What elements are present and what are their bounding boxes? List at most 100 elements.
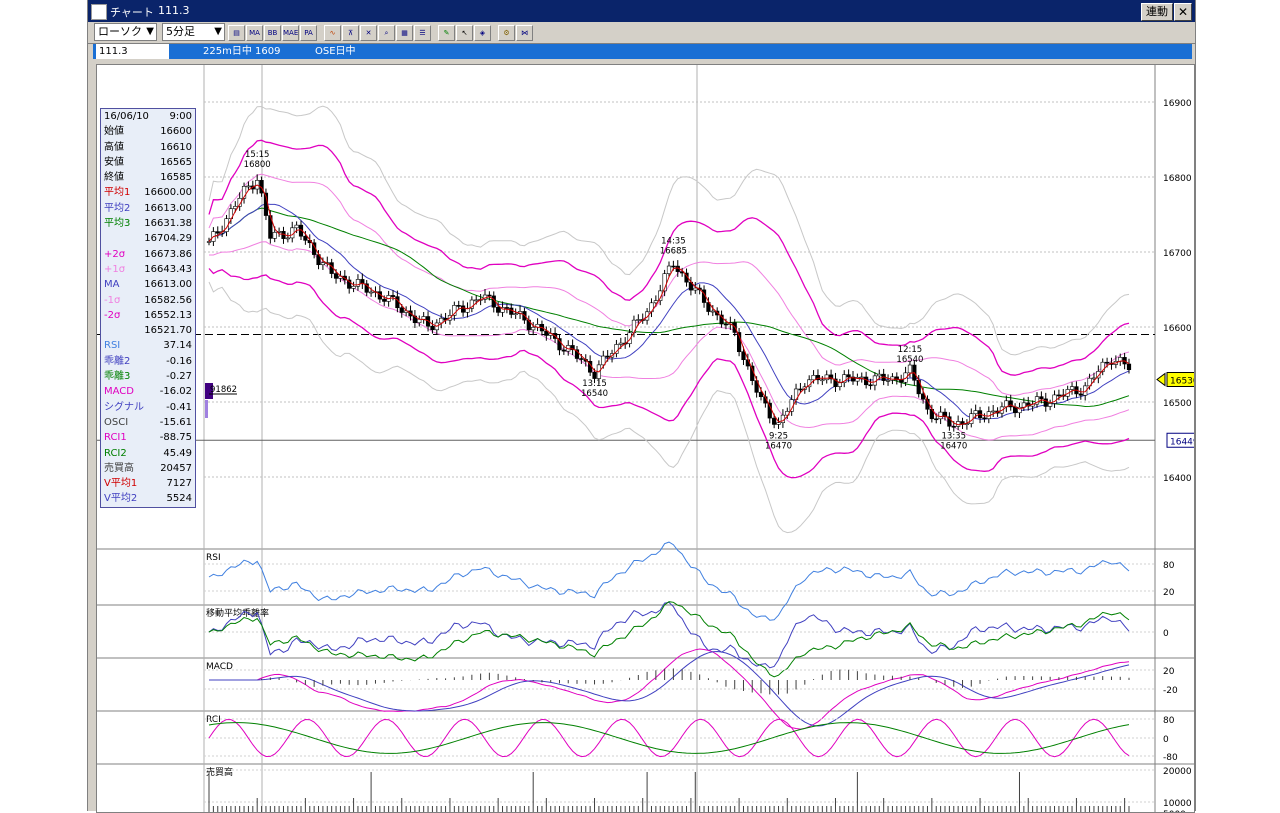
annotation-time: 15:15 bbox=[245, 150, 270, 160]
annotation-price: 16540 bbox=[896, 355, 923, 365]
bb-icon[interactable]: BB bbox=[264, 25, 281, 41]
annotation-price: 16540 bbox=[581, 389, 608, 399]
level-label: 16449 bbox=[1170, 437, 1194, 447]
annotation-time: 14:35 bbox=[661, 236, 686, 246]
candle bbox=[1048, 403, 1053, 407]
candle bbox=[741, 351, 746, 361]
chevron-down-icon: ▼ bbox=[146, 26, 154, 37]
candle bbox=[320, 262, 326, 266]
candle bbox=[991, 410, 996, 413]
subchart-label-volume: 売買高 bbox=[206, 766, 233, 778]
candle bbox=[509, 307, 514, 315]
candle bbox=[951, 425, 956, 428]
line-icon[interactable]: ⊼ bbox=[342, 25, 359, 41]
panel-row: +1σ 16643.43 bbox=[101, 262, 195, 277]
chart-type-select[interactable]: ローソク ▼ bbox=[94, 23, 157, 41]
panel-row-label: +1σ bbox=[104, 263, 126, 275]
pen-icon[interactable]: ✎ bbox=[438, 25, 455, 41]
pa-icon[interactable]: PA bbox=[300, 25, 317, 41]
candle bbox=[351, 285, 356, 289]
panel-row-value: 16552.13 bbox=[144, 309, 192, 321]
candle bbox=[592, 371, 597, 379]
candle bbox=[973, 410, 978, 415]
title-bar[interactable]: チャート 111.3 連動 ✕ bbox=[88, 0, 1195, 22]
volume-marker-bar bbox=[205, 400, 208, 418]
panel-row: 16521.70 bbox=[101, 323, 195, 338]
candle bbox=[504, 307, 510, 309]
annotation-time: 13:15 bbox=[582, 379, 607, 389]
panel-row-value: 16521.70 bbox=[144, 325, 192, 337]
zoom-icon[interactable]: ⌕ bbox=[378, 25, 395, 41]
candle bbox=[1056, 394, 1062, 397]
chart-canvas[interactable]: 16900168001670016600165001640015:1516800… bbox=[97, 65, 1194, 812]
interval-value: 5分足 bbox=[166, 25, 195, 38]
panel-row-label: -1σ bbox=[104, 294, 121, 306]
panel-row-label: 高値 bbox=[104, 141, 124, 153]
panel-row-value: 7127 bbox=[166, 478, 192, 490]
subchart-tick-macd: -20 bbox=[1163, 686, 1178, 696]
candle bbox=[303, 235, 308, 241]
annotation-price: 16470 bbox=[940, 442, 967, 452]
annotation-time: 9:25 bbox=[769, 432, 788, 442]
bb-2sigma-lower bbox=[208, 268, 1130, 479]
bb-2sigma-upper bbox=[208, 139, 1130, 376]
instrument-name: 225m日中 1609 bbox=[203, 46, 281, 57]
candle bbox=[605, 355, 610, 358]
cursor-icon[interactable]: ↖ bbox=[456, 25, 473, 41]
candle bbox=[215, 231, 220, 234]
candle bbox=[820, 379, 825, 382]
subchart-tick-volume: 5000 bbox=[1163, 810, 1186, 812]
panel-row-value: 16643.43 bbox=[144, 263, 192, 275]
candle bbox=[811, 375, 816, 381]
subchart-label-rsi: RSI bbox=[206, 553, 221, 563]
interval-select[interactable]: 5分足 ▼ bbox=[162, 23, 225, 41]
subchart-tick-rsi: 80 bbox=[1163, 561, 1175, 571]
subchart-label-kairi: 移動平均乖離率 bbox=[206, 607, 269, 619]
settings-icon[interactable]: ⚙ bbox=[498, 25, 515, 41]
price-tick-label: 16900 bbox=[1163, 99, 1192, 109]
candle bbox=[877, 373, 882, 377]
trend-icon[interactable]: ∿ bbox=[324, 25, 341, 41]
panel-row-label: 平均1 bbox=[104, 187, 131, 199]
candle bbox=[798, 388, 803, 391]
price-tick-label: 16400 bbox=[1163, 474, 1192, 484]
panel-row-value: -0.16 bbox=[166, 355, 192, 367]
panel-row-value: 16600.00 bbox=[144, 187, 192, 199]
panel-row-label: 始値 bbox=[104, 126, 124, 138]
candle bbox=[666, 265, 672, 274]
panel-row: 高値 16610 bbox=[101, 140, 195, 155]
chart-window: チャート 111.3 連動 ✕ ローソク ▼ 5分足 ▼ ▤ MA BB MAE P… bbox=[87, 0, 1196, 813]
panel-row: 16704.29 bbox=[101, 231, 195, 246]
cross-icon[interactable]: ✕ bbox=[360, 25, 377, 41]
panel-row-label: RCI1 bbox=[104, 432, 127, 444]
panel-row-label: シグナル bbox=[104, 401, 144, 413]
subchart-tick-volume: 20000 bbox=[1163, 767, 1192, 777]
fib-icon[interactable]: ⋈ bbox=[516, 25, 533, 41]
chart-area[interactable]: 16900 16800 16700 16600 16500 16400 15:15 16800… bbox=[96, 64, 1195, 813]
panel-row-value: 16704.29 bbox=[144, 233, 192, 245]
panel-row-label: 売買高 bbox=[104, 462, 134, 474]
panel-row-label: -2σ bbox=[104, 309, 121, 321]
panel-row-value: 45.49 bbox=[163, 447, 192, 459]
close-button[interactable]: ✕ bbox=[1174, 3, 1192, 21]
panel-row-value: 20457 bbox=[160, 462, 192, 474]
list-icon[interactable]: ☰ bbox=[414, 25, 431, 41]
subchart-tick-rci: 80 bbox=[1163, 716, 1175, 726]
mae-icon[interactable]: MAE bbox=[282, 25, 299, 41]
calc-icon[interactable]: ▦ bbox=[396, 25, 413, 41]
window-title: チャート bbox=[110, 6, 154, 19]
candle bbox=[671, 265, 676, 268]
eraser-icon[interactable]: ◈ bbox=[474, 25, 491, 41]
candle bbox=[776, 422, 781, 425]
ma-icon[interactable]: MA bbox=[246, 25, 263, 41]
panel-row-label: RSI bbox=[104, 340, 121, 352]
link-button[interactable]: 連動 bbox=[1141, 3, 1173, 21]
candle bbox=[474, 299, 479, 302]
panel-row-value: -15.61 bbox=[159, 416, 192, 428]
chart-type-value: ローソク bbox=[98, 25, 142, 38]
candle bbox=[723, 323, 729, 326]
price-tick-label: 16800 bbox=[1163, 174, 1192, 184]
chart-icon[interactable]: ▤ bbox=[228, 25, 245, 41]
candle bbox=[859, 376, 864, 379]
subchart-tick-rci: 0 bbox=[1163, 735, 1169, 745]
